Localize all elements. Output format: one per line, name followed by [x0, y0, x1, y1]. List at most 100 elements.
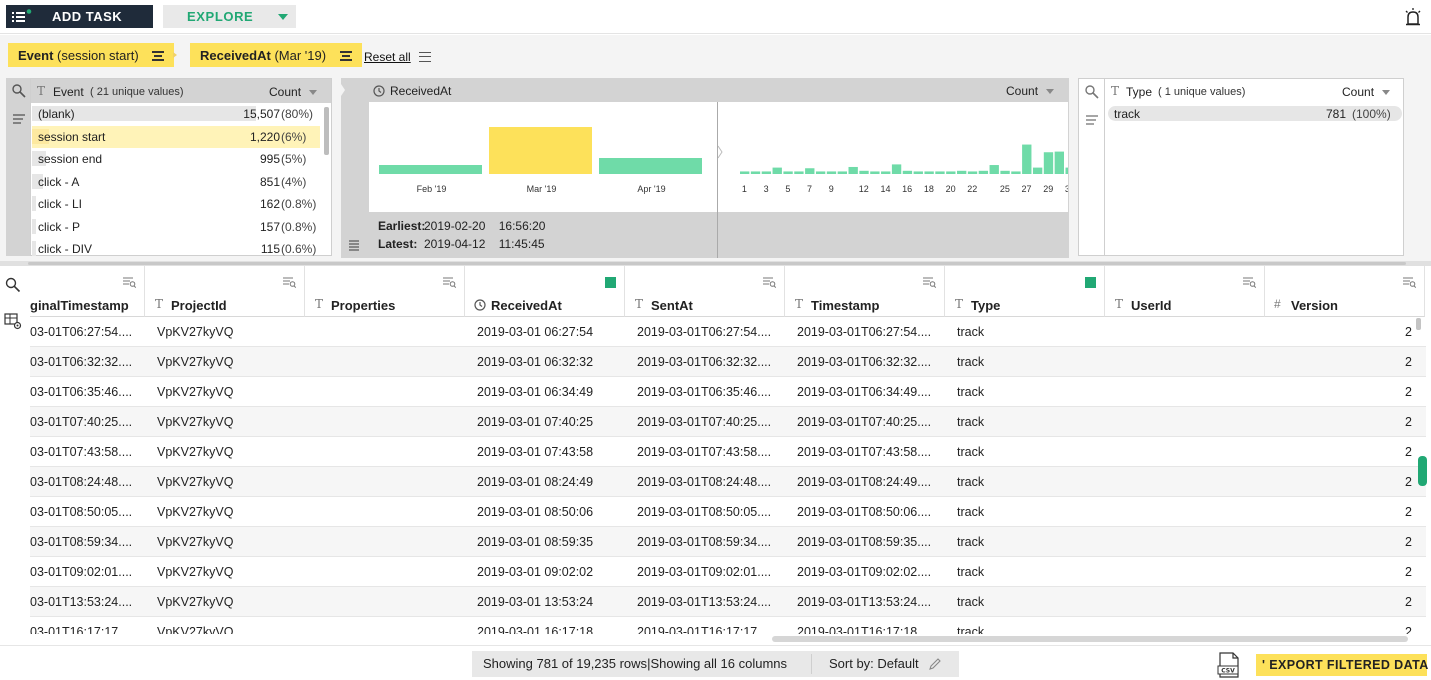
vertical-scrollbar[interactable] [1416, 318, 1421, 330]
day-bar[interactable] [750, 171, 761, 174]
column-filter-icon[interactable] [1243, 276, 1256, 288]
search-icon[interactable] [1083, 83, 1101, 101]
count-sort-button[interactable]: Count [1006, 84, 1038, 98]
horizontal-scrollbar[interactable] [772, 636, 1408, 642]
table-row[interactable]: 03-01T06:35:46.... VpKV27kyVQ 2019-03-01 0… [30, 377, 1426, 407]
day-bar[interactable] [978, 170, 989, 174]
column-filter-icon[interactable] [923, 276, 936, 288]
column-selected-indicator[interactable] [605, 277, 616, 288]
day-bar[interactable] [794, 171, 804, 174]
table-row[interactable]: 03-01T06:27:54.... VpKV27kyVQ 2019-03-01 0… [30, 317, 1426, 347]
day-bar[interactable] [772, 167, 782, 174]
day-bar[interactable] [946, 171, 956, 174]
export-filtered-data-button[interactable]: ' EXPORT FILTERED DATA [1256, 654, 1428, 676]
column-header[interactable]: T UserId [1105, 266, 1265, 317]
column-header[interactable]: T Timestamp [785, 266, 945, 317]
day-bar[interactable] [1065, 167, 1075, 174]
day-bar[interactable] [1032, 167, 1043, 174]
day-bar[interactable] [815, 171, 826, 174]
table-row[interactable]: 03-01T16:17:17 VpKV27kyVQ 2019-03-01 16:17… [30, 617, 1426, 634]
pencil-icon[interactable] [928, 657, 942, 671]
day-bar[interactable] [935, 171, 945, 174]
table-row[interactable]: 03-01T07:43:58.... VpKV27kyVQ 2019-03-01 0… [30, 437, 1426, 467]
day-bar[interactable] [1022, 144, 1032, 174]
column-filter-icon[interactable] [123, 276, 136, 288]
event-value-row[interactable]: click - P 157 (0.8%) [32, 216, 320, 238]
sort-by-selector[interactable]: Sort by: Default [829, 656, 919, 671]
column-filter-icon[interactable] [763, 276, 776, 288]
alarm-bell-icon[interactable] [1403, 7, 1423, 27]
day-bar[interactable] [826, 171, 837, 174]
day-bar[interactable] [1043, 152, 1054, 174]
day-bar[interactable] [924, 171, 934, 174]
scrollbar[interactable] [324, 107, 329, 155]
filter-settings-icon[interactable] [339, 51, 352, 61]
sort-lines-icon[interactable] [347, 238, 361, 252]
day-bar[interactable] [870, 171, 880, 174]
sort-lines-icon[interactable] [1083, 111, 1101, 129]
day-bar[interactable] [761, 171, 772, 174]
month-bar[interactable] [379, 165, 482, 174]
day-bar[interactable] [957, 170, 967, 174]
column-header[interactable]: T SentAt [625, 266, 785, 317]
resize-handle[interactable] [28, 262, 1406, 265]
event-value-row[interactable]: session start 1,220 (6%) [32, 125, 320, 148]
table-row[interactable]: 03-01T08:50:05.... VpKV27kyVQ 2019-03-01 0… [30, 497, 1426, 527]
event-value-row[interactable]: click - A 851 (4%) [32, 171, 320, 193]
column-filter-icon[interactable] [1403, 276, 1416, 288]
day-bar[interactable] [881, 171, 891, 174]
table-row[interactable]: 03-01T08:59:34.... VpKV27kyVQ 2019-03-01 0… [30, 527, 1426, 557]
type-value-row[interactable]: track 781 (100%) [1108, 103, 1402, 125]
count-sort-button[interactable]: Count [1342, 85, 1374, 99]
day-bar[interactable] [913, 171, 923, 174]
month-chart[interactable]: Feb '19 Mar '19 Apr '19 [369, 102, 717, 212]
reset-all-link[interactable]: Reset all [364, 50, 411, 64]
day-bar[interactable] [837, 171, 847, 174]
column-header[interactable]: T Properties [305, 266, 465, 317]
event-value-row[interactable]: session end 995 (5%) [32, 148, 320, 170]
sort-lines-icon[interactable] [10, 110, 28, 128]
column-header[interactable]: ginalTimestamp [30, 266, 145, 317]
event-value-row[interactable]: (blank) 15,507 (80%) [32, 103, 320, 125]
column-header[interactable]: T ProjectId [145, 266, 305, 317]
column-header[interactable]: # Version [1265, 266, 1425, 317]
column-filter-icon[interactable] [283, 276, 296, 288]
day-chart[interactable]: 1 3 5 7 9 12 14 16 18 20 22 25 27 29 31 [717, 102, 1086, 212]
csv-file-icon[interactable]: CSV [1217, 652, 1241, 678]
event-value-row[interactable]: click - DIV 115 (0.6%) [32, 238, 320, 260]
table-row[interactable]: 03-01T09:02:01.... VpKV27kyVQ 2019-03-01 0… [30, 557, 1426, 587]
filter-settings-icon[interactable] [152, 51, 165, 61]
filter-chip-event[interactable]: Event (session start) [8, 43, 175, 67]
search-icon[interactable] [10, 82, 28, 100]
day-bar[interactable] [967, 171, 978, 174]
filter-chip-receivedat[interactable]: ReceivedAt (Mar '19) [190, 43, 362, 67]
count-sort-button[interactable]: Count [269, 85, 301, 99]
day-bar[interactable] [859, 170, 869, 174]
day-bar[interactable] [902, 170, 913, 174]
column-header[interactable]: ReceivedAt [465, 266, 625, 317]
day-bar[interactable] [891, 164, 902, 174]
month-bar[interactable] [489, 127, 592, 174]
table-settings-icon[interactable] [4, 312, 22, 330]
menu-icon[interactable] [419, 52, 431, 62]
day-bar[interactable] [805, 168, 815, 174]
table-row[interactable]: 03-01T07:40:25.... VpKV27kyVQ 2019-03-01 0… [30, 407, 1426, 437]
day-bar[interactable] [848, 166, 858, 174]
explore-dropdown[interactable]: EXPLORE [163, 5, 296, 28]
day-bar[interactable] [783, 171, 793, 174]
column-header[interactable]: T Type [945, 266, 1105, 317]
column-filter-icon[interactable] [443, 276, 456, 288]
day-bar[interactable] [1011, 171, 1021, 174]
search-icon[interactable] [4, 276, 22, 294]
event-value-row[interactable]: click - LI 162 (0.8%) [32, 193, 320, 215]
table-row[interactable]: 03-01T13:53:24.... VpKV27kyVQ 2019-03-01 1… [30, 587, 1426, 617]
table-row[interactable]: 03-01T08:24:48.... VpKV27kyVQ 2019-03-01 0… [30, 467, 1426, 497]
table-row[interactable]: 03-01T06:32:32.... VpKV27kyVQ 2019-03-01 0… [30, 347, 1426, 377]
day-bar[interactable] [740, 171, 750, 174]
month-bar[interactable] [599, 158, 702, 174]
day-bar[interactable] [989, 165, 999, 174]
day-bar[interactable] [1000, 170, 1010, 174]
day-bar[interactable] [1054, 151, 1064, 174]
side-panel-handle[interactable] [1418, 456, 1427, 486]
column-selected-indicator[interactable] [1085, 277, 1096, 288]
